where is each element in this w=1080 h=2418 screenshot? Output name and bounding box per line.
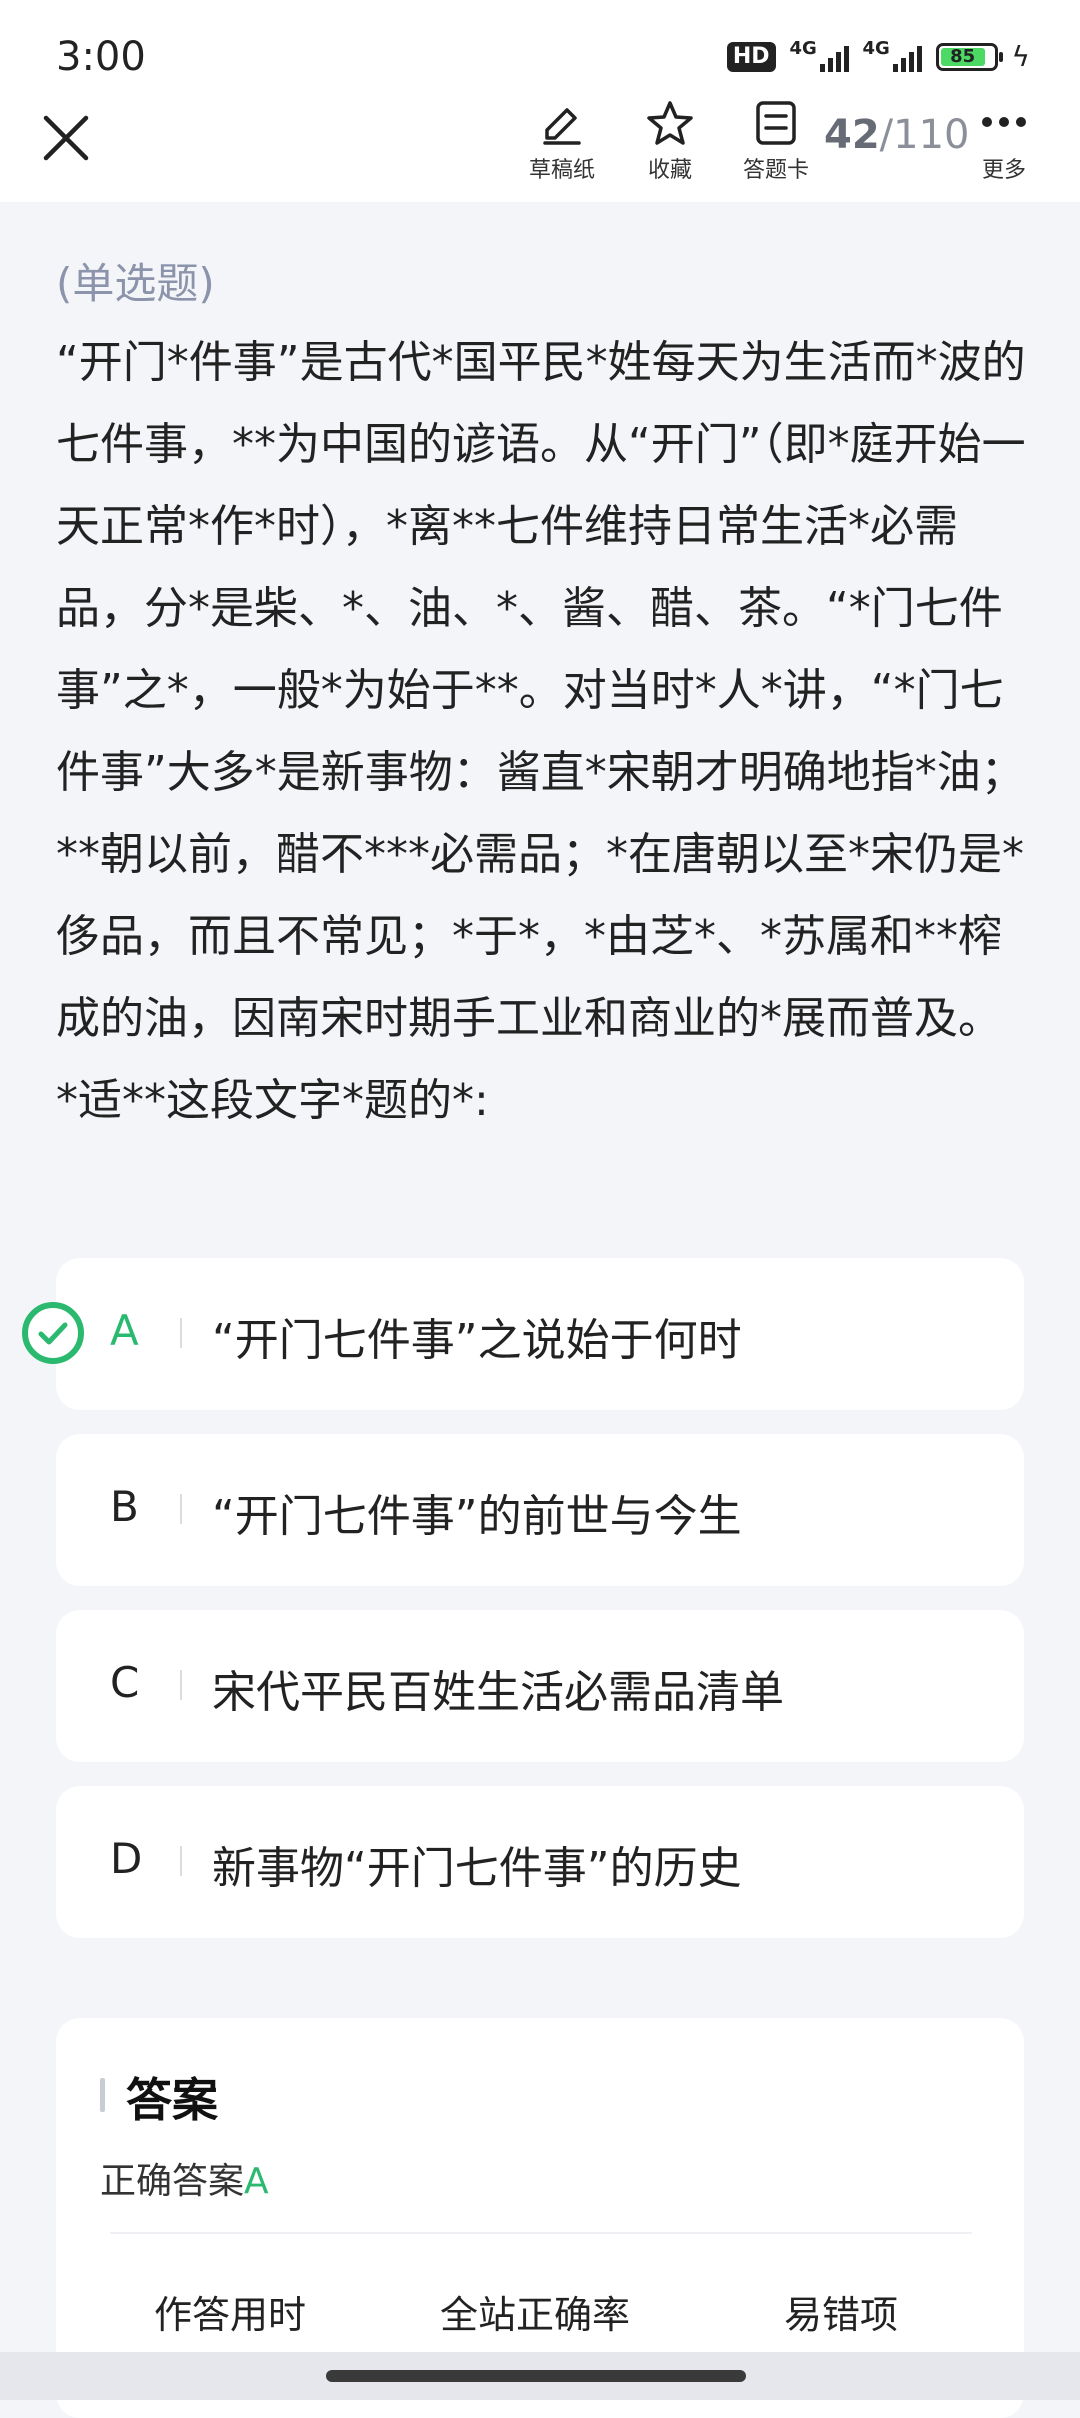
answer-card-button[interactable]: 答题卡 <box>726 100 826 184</box>
option-divider <box>180 1670 182 1700</box>
counter-current: 42 <box>824 112 880 158</box>
pencil-icon <box>543 108 581 145</box>
option-letter: A <box>110 1306 139 1355</box>
more-button[interactable]: 更多 <box>954 100 1054 184</box>
close-icon <box>43 115 89 161</box>
signal-icon: 4G <box>863 38 922 72</box>
correct-answer-value: A <box>244 2161 269 2202</box>
option-a[interactable]: A “开门七件事”之说始于何时 <box>56 1258 1024 1410</box>
question-type: (单选题) <box>56 259 215 308</box>
top-toolbar: 草稿纸 收藏 答题卡 42/110 更多 <box>0 90 1080 202</box>
option-divider <box>180 1494 182 1524</box>
correct-check-icon <box>22 1302 84 1364</box>
option-letter: B <box>110 1482 139 1531</box>
status-time: 3:00 <box>56 34 146 80</box>
divider <box>110 2232 972 2234</box>
question-area: (单选题) “开门*件事”是古代*国平民*姓每天为生活而*波的七件事，**为中国… <box>0 202 1080 1972</box>
stat-common-mistake: 易错项 <box>784 2293 899 2337</box>
signal-icon: 4G <box>790 38 849 72</box>
status-icons: HD 4G 4G 85 ϟ <box>726 38 1030 73</box>
option-text: “开门七件事”的前世与今生 <box>212 1491 742 1542</box>
option-text: 宋代平民百姓生活必需品清单 <box>212 1667 784 1718</box>
battery-icon: 85 <box>935 42 1003 71</box>
correct-answer: 正确答案A <box>100 2152 269 2204</box>
option-letter: C <box>110 1658 140 1707</box>
option-b[interactable]: B “开门七件事”的前世与今生 <box>56 1434 1024 1586</box>
favorite-button[interactable]: 收藏 <box>620 100 720 184</box>
option-d[interactable]: D 新事物“开门七件事”的历史 <box>56 1786 1024 1938</box>
bolt-icon: ϟ <box>1011 40 1030 73</box>
option-letter: D <box>110 1834 143 1883</box>
option-c[interactable]: C 宋代平民百姓生活必需品清单 <box>56 1610 1024 1762</box>
draft-label: 草稿纸 <box>528 158 595 183</box>
draft-button[interactable]: 草稿纸 <box>512 100 612 184</box>
home-indicator[interactable] <box>326 2370 746 2382</box>
option-divider <box>180 1318 182 1348</box>
question-counter: 42/110 <box>824 112 970 158</box>
option-text: 新事物“开门七件事”的历史 <box>212 1843 742 1894</box>
stat-time-spent: 作答用时 <box>154 2293 307 2337</box>
star-icon <box>647 101 693 145</box>
close-button[interactable] <box>36 108 96 168</box>
answer-card-icon <box>756 101 796 145</box>
battery-level: 85 <box>940 47 985 66</box>
question-text: “开门*件事”是古代*国平民*姓每天为生活而*波的七件事，**为中国的谚语。从“… <box>56 337 1026 1126</box>
hd-badge: HD <box>726 41 776 72</box>
stat-accuracy: 全站正确率 <box>440 2293 631 2337</box>
title-accent-bar <box>100 2078 105 2112</box>
home-indicator-bar <box>0 2352 1080 2400</box>
answer-card-label: 答题卡 <box>742 158 809 183</box>
option-divider <box>180 1846 182 1876</box>
answer-title: 答案 <box>126 2073 218 2127</box>
option-text: “开门七件事”之说始于何时 <box>212 1315 742 1366</box>
more-icon <box>982 117 1026 127</box>
correct-answer-label: 正确答案 <box>100 2161 245 2202</box>
more-label: 更多 <box>981 158 1026 183</box>
favorite-label: 收藏 <box>647 158 692 183</box>
